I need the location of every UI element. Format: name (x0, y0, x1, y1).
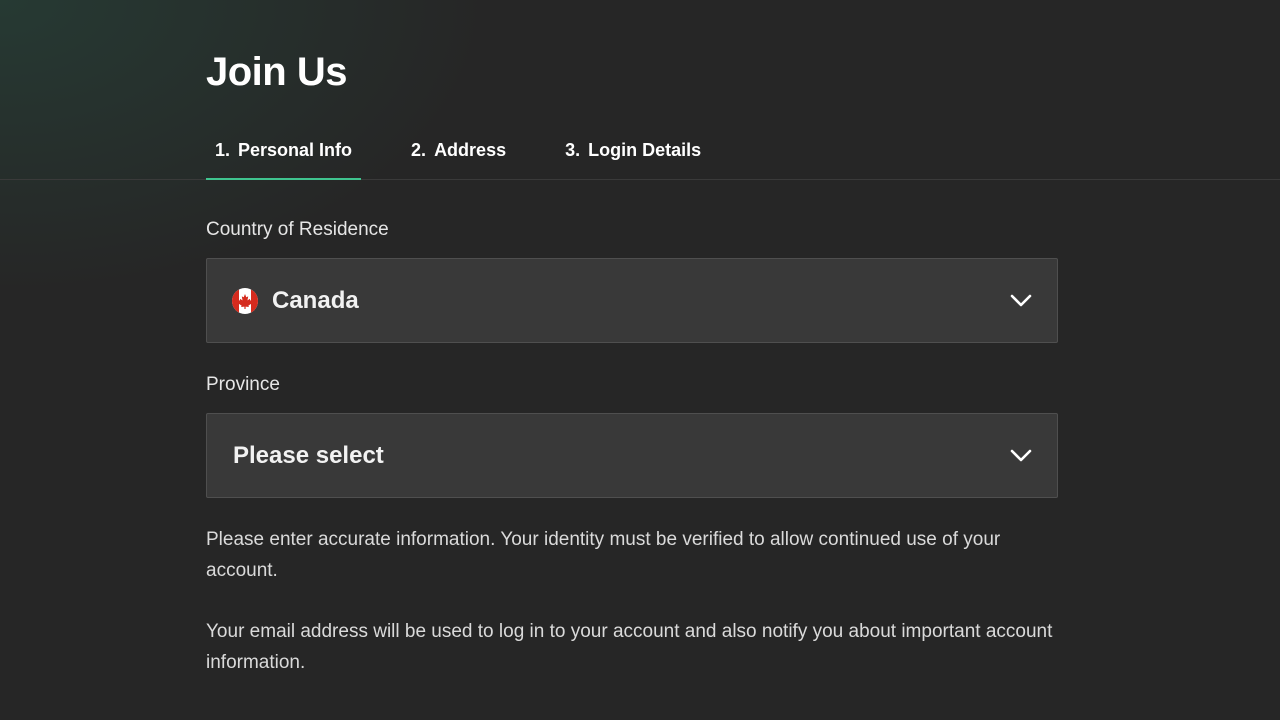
page-title: Join Us (206, 50, 347, 94)
tab-number: 3. (565, 140, 581, 160)
province-select[interactable]: Please select (206, 413, 1058, 498)
chevron-down-icon (1009, 290, 1033, 312)
tab-label: Login Details (588, 140, 702, 160)
country-label: Country of Residence (206, 219, 389, 240)
country-select[interactable]: Canada (206, 258, 1058, 343)
tab-login-details[interactable]: 3. Login Details (556, 134, 710, 180)
tab-label: Address (434, 140, 507, 160)
email-notice: Your email address will be used to log i… (206, 621, 1053, 673)
accuracy-notice: Please enter accurate information. Your … (206, 529, 1001, 581)
tab-address[interactable]: 2. Address (402, 134, 515, 180)
tab-number: 1. (215, 140, 231, 160)
tab-label: Personal Info (238, 140, 353, 160)
chevron-down-icon (1009, 445, 1033, 467)
tab-number: 2. (411, 140, 427, 160)
province-label: Province (206, 374, 280, 395)
province-value: Please select (233, 442, 384, 469)
country-value: Canada (272, 287, 359, 314)
canada-flag-icon (232, 288, 258, 314)
step-tabs: 1. Personal Info 2. Address 3. Login Detail… (206, 134, 710, 180)
tab-personal-info[interactable]: 1. Personal Info (206, 134, 362, 180)
